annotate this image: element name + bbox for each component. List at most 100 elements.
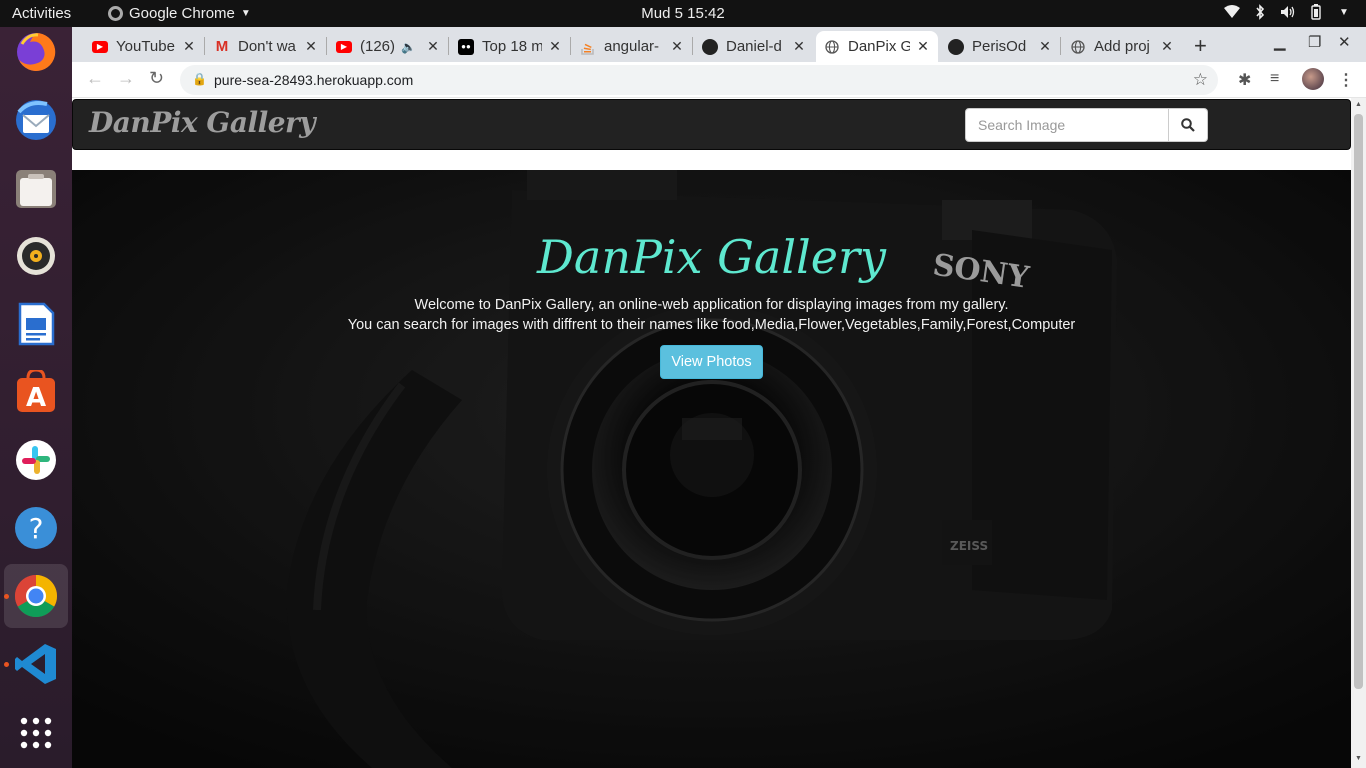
- minimize-icon[interactable]: ▁: [1274, 33, 1286, 51]
- close-icon[interactable]: ✕: [792, 38, 806, 55]
- youtube-icon: ▶: [92, 40, 108, 53]
- tab-gmail[interactable]: M Don't wa ✕: [206, 31, 326, 62]
- tab-youtube[interactable]: ▶ YouTube ✕: [84, 31, 204, 62]
- back-icon[interactable]: ←: [86, 68, 104, 89]
- power-menu-chevron-icon: ▼: [1339, 6, 1349, 18]
- brand-logo[interactable]: DanPix Gallery: [89, 106, 316, 139]
- hero-title: DanPix Gallery: [537, 230, 886, 284]
- github-icon: [702, 38, 718, 55]
- audio-playing-icon[interactable]: 🔈: [401, 40, 416, 54]
- system-top-bar: Activities Google Chrome ▼ Mud 5 15:42 ▼: [0, 0, 1366, 27]
- tab-title: (126): [360, 38, 396, 55]
- running-indicator: [4, 662, 9, 667]
- tab-github-daniel[interactable]: Daniel-d ✕: [694, 31, 814, 62]
- browser-window: ▶ YouTube ✕ M Don't wa ✕ ▶ (126) 🔈 ✕ ●● …: [72, 27, 1366, 768]
- media-controls-icon[interactable]: ≡: [1270, 70, 1279, 88]
- close-icon[interactable]: ✕: [1038, 38, 1052, 55]
- tab-strip: ▶ YouTube ✕ M Don't wa ✕ ▶ (126) 🔈 ✕ ●● …: [72, 27, 1366, 62]
- tab-medium[interactable]: ●● Top 18 m ✕: [450, 31, 570, 62]
- libreoffice-writer-icon[interactable]: [12, 300, 60, 348]
- chrome-icon[interactable]: [4, 564, 68, 628]
- tab-separator: [692, 37, 693, 55]
- show-apps-icon[interactable]: [12, 709, 60, 757]
- software-center-icon[interactable]: A: [12, 368, 60, 416]
- clock[interactable]: Mud 5 15:42: [641, 5, 724, 22]
- tab-separator: [1060, 37, 1061, 55]
- gmail-icon: M: [215, 38, 229, 55]
- vscode-icon[interactable]: [12, 640, 60, 688]
- address-bar[interactable]: 🔒 pure-sea-28493.herokuapp.com ☆: [180, 65, 1218, 95]
- chevron-down-icon: ▼: [240, 8, 251, 19]
- profile-avatar[interactable]: [1302, 68, 1324, 90]
- globe-icon: [1070, 39, 1086, 55]
- page-viewport: DanPix Gallery Search Image SONY ZEISS D…: [72, 98, 1366, 768]
- globe-icon: [824, 39, 840, 55]
- reload-icon[interactable]: ↻: [149, 68, 164, 89]
- close-icon[interactable]: ✕: [304, 38, 318, 55]
- tab-title: Daniel-d: [726, 38, 782, 55]
- browser-toolbar: ← → ↻ 🔒 pure-sea-28493.herokuapp.com ☆ ✱…: [72, 62, 1366, 98]
- window-close-icon[interactable]: ✕: [1338, 33, 1351, 51]
- firefox-icon[interactable]: [12, 28, 60, 76]
- hero-welcome-text: Welcome to DanPix Gallery, an online-web…: [414, 297, 1009, 313]
- tab-stackoverflow[interactable]: angular- ✕: [572, 31, 692, 62]
- scrollbar-thumb[interactable]: [1354, 114, 1363, 689]
- scroll-up-arrow-icon[interactable]: ▲: [1355, 101, 1362, 108]
- tab-danpix-active[interactable]: DanPix G ✕: [816, 31, 938, 62]
- tab-separator: [326, 37, 327, 55]
- close-icon[interactable]: ✕: [1160, 38, 1174, 55]
- close-icon[interactable]: ✕: [548, 38, 562, 55]
- tab-title: angular-: [604, 38, 660, 55]
- app-menu[interactable]: Google Chrome ▼: [108, 5, 251, 22]
- tab-title: Don't wa: [238, 38, 296, 55]
- tab-add-project[interactable]: Add proj ✕: [1062, 31, 1182, 62]
- search-icon: [1181, 118, 1195, 132]
- files-icon[interactable]: [12, 164, 60, 212]
- view-photos-button[interactable]: View Photos: [660, 345, 763, 379]
- running-indicator: [4, 594, 9, 599]
- thunderbird-icon[interactable]: [12, 96, 60, 144]
- stackoverflow-icon: [580, 39, 596, 55]
- hero-section: SONY ZEISS DanPix Gallery Welcome to Dan…: [72, 170, 1351, 768]
- search-button[interactable]: [1169, 108, 1208, 142]
- svg-text:?: ?: [29, 512, 44, 545]
- rhythmbox-icon[interactable]: [12, 232, 60, 280]
- system-tray[interactable]: ▼: [1224, 4, 1352, 20]
- activities-button[interactable]: Activities: [12, 5, 71, 22]
- close-icon[interactable]: ✕: [670, 38, 684, 55]
- maximize-icon[interactable]: ❐: [1308, 33, 1321, 51]
- tab-github-perisodu[interactable]: PerisOd ✕: [940, 31, 1060, 62]
- tab-title: DanPix G: [848, 38, 910, 55]
- search-input[interactable]: [965, 108, 1169, 142]
- close-icon[interactable]: ✕: [916, 38, 930, 55]
- svg-text:A: A: [26, 383, 46, 413]
- tab-title: YouTube: [116, 38, 175, 55]
- wifi-icon: [1224, 4, 1240, 20]
- battery-icon: [1308, 4, 1324, 20]
- help-icon[interactable]: ?: [12, 504, 60, 552]
- youtube-icon: ▶: [336, 40, 352, 53]
- slack-icon[interactable]: [12, 436, 60, 484]
- bluetooth-icon: [1252, 4, 1268, 20]
- menu-icon[interactable]: ⋮: [1338, 70, 1354, 90]
- close-icon[interactable]: ✕: [426, 38, 440, 55]
- extensions-icon[interactable]: ✱: [1238, 70, 1251, 90]
- lock-icon[interactable]: 🔒: [192, 72, 207, 86]
- chrome-app-icon: [108, 6, 123, 21]
- close-icon[interactable]: ✕: [182, 38, 196, 55]
- url-text: pure-sea-28493.herokuapp.com: [214, 72, 414, 88]
- forward-icon[interactable]: →: [117, 68, 135, 89]
- tab-youtube-2[interactable]: ▶ (126) 🔈 ✕: [328, 31, 448, 62]
- new-tab-button[interactable]: +: [1194, 33, 1207, 59]
- tab-separator: [204, 37, 205, 55]
- hero-search-hint: You can search for images with diffrent …: [347, 317, 1076, 333]
- scroll-down-arrow-icon[interactable]: ▼: [1355, 755, 1362, 762]
- search-form: [965, 108, 1208, 142]
- bookmark-star-icon[interactable]: ☆: [1193, 70, 1208, 90]
- tab-title: Add proj: [1094, 38, 1150, 55]
- page-scrollbar[interactable]: ▲ ▼: [1351, 98, 1366, 768]
- tab-separator: [570, 37, 571, 55]
- site-navbar: DanPix Gallery: [72, 99, 1351, 150]
- app-menu-label: Google Chrome: [129, 5, 235, 22]
- medium-icon: ●●: [458, 38, 474, 55]
